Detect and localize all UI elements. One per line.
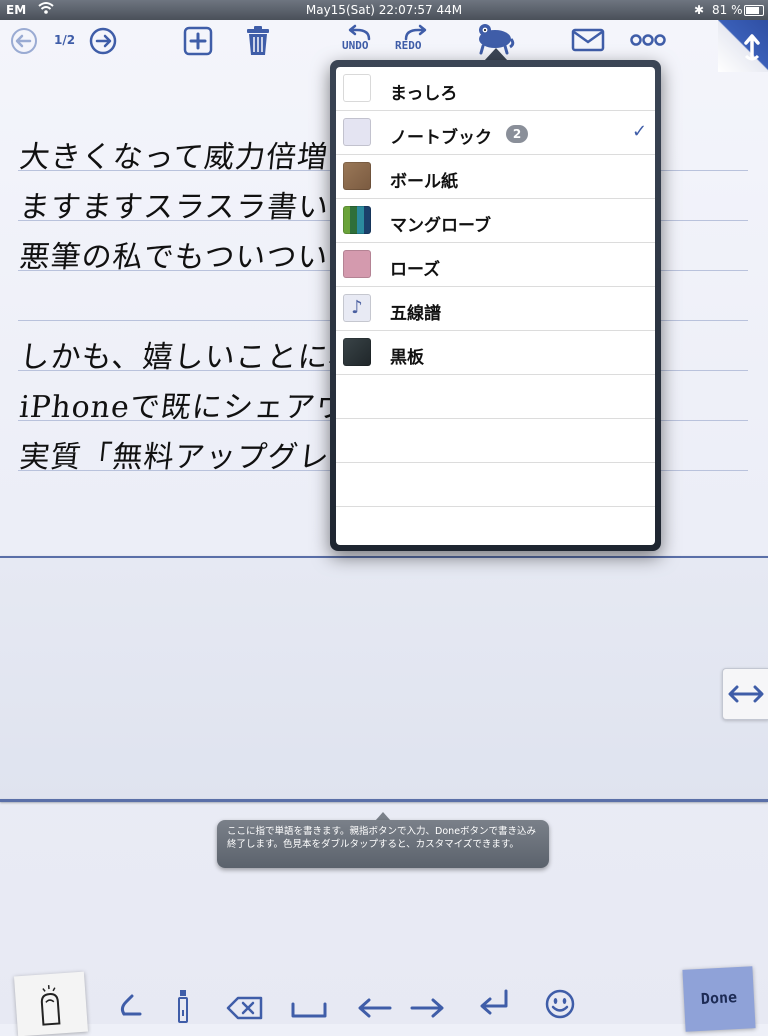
redo-label: REDO [395,39,422,52]
swatch-notebook [343,118,371,146]
empty-row [336,419,655,463]
paper-style-popover: まっしろ ノートブック 2 ✓ ボール紙 マングローブ ローズ ♪ 五線譜 黒板 [330,60,661,551]
redo-button[interactable]: REDO [395,24,430,52]
help-tooltip: ここに指で単語を書きます。親指ボタンで入力、Doneボタンで書き込み終了します。… [217,820,549,868]
thumb-input-button[interactable] [13,971,89,1036]
writing-area-bottom-rule [0,799,768,802]
status-time: May15(Sat) 22:07:57 44M [305,3,463,17]
cursor-left-icon[interactable] [356,996,392,1020]
backspace-icon[interactable] [226,996,264,1020]
eraser-icon[interactable] [118,990,148,1018]
paper-option-staff[interactable]: ♪ 五線譜 [336,287,655,331]
empty-row [336,463,655,507]
prev-page-button[interactable] [10,27,38,55]
option-label: ローズ [390,260,441,280]
page-curl-button[interactable] [718,20,768,72]
paper-style-list: まっしろ ノートブック 2 ✓ ボール紙 マングローブ ローズ ♪ 五線譜 黒板 [336,67,655,545]
note-line: 実質「無料アップグレー [17,440,363,475]
music-note-icon: ♪ [343,294,371,322]
add-page-button[interactable] [183,26,213,56]
paper-option-rose[interactable]: ローズ [336,243,655,287]
swap-side-button[interactable] [722,668,768,720]
paper-option-notebook[interactable]: ノートブック 2 ✓ [336,111,655,155]
more-button[interactable] [630,33,666,47]
undo-button[interactable]: UNDO [342,24,375,52]
mail-button[interactable] [571,28,605,52]
option-label: 五線譜 [390,304,441,324]
note-line: ますますスラスラ書いて [17,190,361,225]
swatch-mangrove [343,206,371,234]
return-icon[interactable] [476,988,512,1018]
note-line: 悪筆の私でもついつい [17,240,331,275]
paper-option-mangrove[interactable]: マングローブ [336,199,655,243]
next-page-button[interactable] [89,27,117,55]
paper-option-cardboard[interactable]: ボール紙 [336,155,655,199]
pen-icon[interactable] [174,990,194,1024]
swatch-rose [343,250,371,278]
count-badge: 2 [506,125,528,143]
thumb-icon [40,985,61,1026]
swatch-blackboard [343,338,371,366]
trash-button[interactable] [244,25,272,57]
option-label: ノートブック [390,128,492,148]
battery-percent: 81 % [712,3,743,17]
option-label: マングローブ [390,216,491,236]
status-bar: EM May15(Sat) 22:07:57 44M ✱ 81 % [0,0,768,20]
undo-label: UNDO [342,39,369,52]
page-indicator: 1/2 [54,33,76,47]
handwriting-input-area[interactable] [0,558,768,803]
note-line: 大きくなって威力倍増!! [17,140,357,175]
empty-row [336,507,655,545]
paper-option-blackboard[interactable]: 黒板 [336,331,655,375]
paper-option-white[interactable]: まっしろ [336,67,655,111]
space-icon[interactable] [290,1000,328,1020]
option-label: ボール紙 [390,172,458,192]
swatch-white [343,74,371,102]
cursor-right-icon[interactable] [410,996,446,1020]
swatch-cardboard [343,162,371,190]
battery-icon [744,5,764,16]
bluetooth-icon: ✱ [694,3,705,17]
option-label: まっしろ [390,84,458,104]
note-line: しかも、嬉しいことに、 [17,340,361,375]
empty-row [336,375,655,419]
done-button[interactable]: Done [682,966,756,1032]
option-label: 黒板 [390,348,424,368]
checkmark-icon: ✓ [632,121,648,142]
smiley-icon[interactable] [544,988,576,1020]
note-line: iPhoneで既にシェアウ [17,390,349,425]
